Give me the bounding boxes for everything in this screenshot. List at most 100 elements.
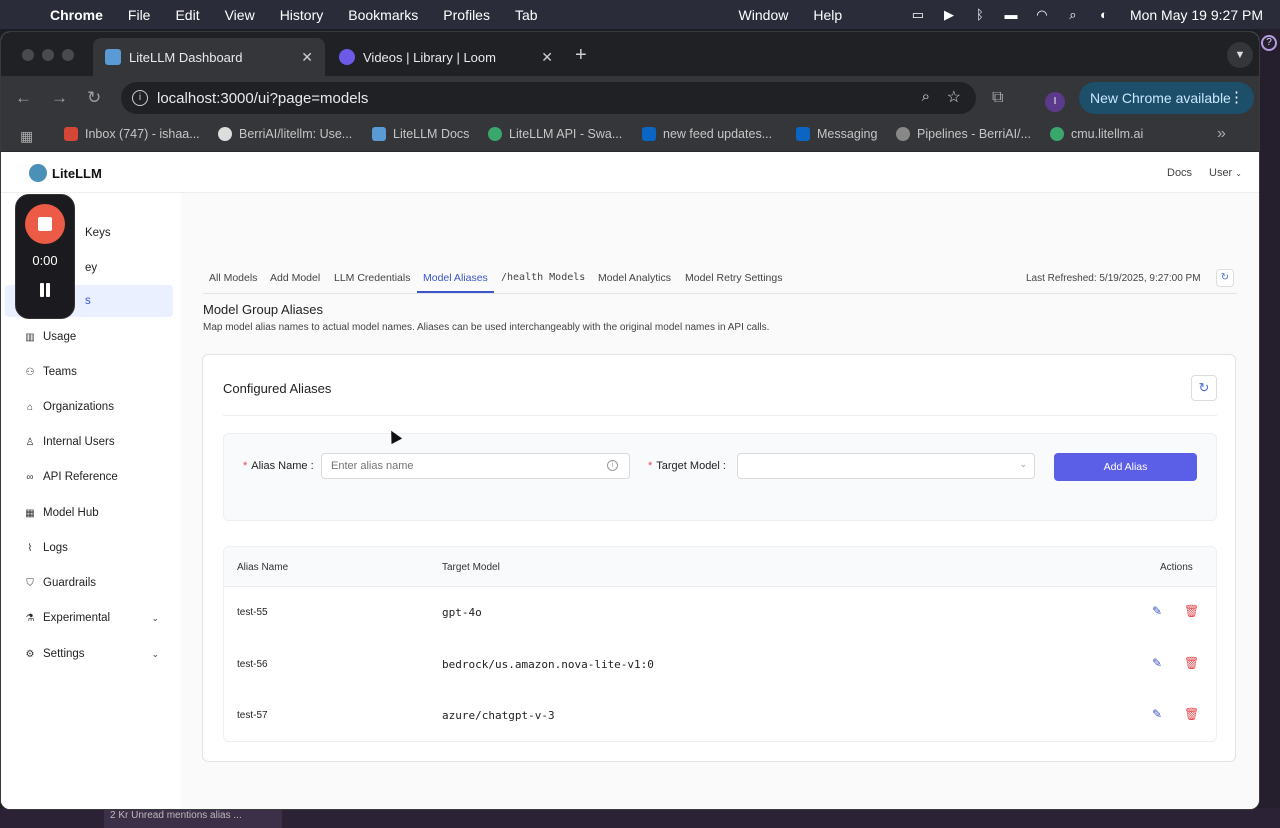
edit-icon[interactable]: ✎ xyxy=(1152,604,1162,618)
delete-trash-icon[interactable]: 🗑 xyxy=(1184,707,1199,721)
tab-all-models[interactable]: All Models xyxy=(209,265,257,293)
tab-title: Videos | Library | Loom xyxy=(363,49,496,65)
battery-icon[interactable]: ▬ xyxy=(1002,7,1020,22)
sidebar-item-api-reference[interactable]: ∞ API Reference xyxy=(5,461,173,493)
bluetooth-icon[interactable]: ᛒ xyxy=(971,7,989,22)
stop-recording-button[interactable] xyxy=(25,204,65,244)
pause-icon[interactable] xyxy=(38,283,52,297)
sidebar-item-usage[interactable]: ▥ Usage xyxy=(5,321,173,353)
sidebar-item-experimental[interactable]: ⚗ Experimental ⌄ xyxy=(5,602,173,634)
browser-toolbar: ← → ↻ i localhost:3000/ui?page=models ⌕ … xyxy=(1,76,1259,120)
menu-profiles[interactable]: Profiles xyxy=(443,7,490,23)
chevron-down-icon: ⌄ xyxy=(1235,169,1242,178)
menu-file[interactable]: File xyxy=(128,7,151,23)
close-tab-icon[interactable]: ✕ xyxy=(301,49,313,66)
target-model-cell: azure/chatgpt-v-3 xyxy=(442,709,555,722)
profile-avatar[interactable]: I xyxy=(1045,92,1065,112)
kebab-menu-icon[interactable]: ⋮ xyxy=(1229,88,1244,106)
spotlight-search-icon[interactable]: ⌕ xyxy=(1064,7,1082,22)
minimize-window-button[interactable] xyxy=(42,49,54,61)
play-icon[interactable]: ▶ xyxy=(940,7,958,22)
sidebar-item-settings[interactable]: ⚙ Settings ⌄ xyxy=(5,638,173,670)
edit-icon[interactable]: ✎ xyxy=(1152,656,1162,670)
menu-help[interactable]: Help xyxy=(813,7,842,23)
menu-history[interactable]: History xyxy=(280,7,324,23)
table-row: test-55 gpt-4o ✎ 🗑 xyxy=(224,587,1216,639)
alias-name-cell: test-57 xyxy=(237,710,268,721)
target-model-cell: gpt-4o xyxy=(442,606,482,619)
sidebar-item-internal-users[interactable]: ♙ Internal Users xyxy=(5,426,173,458)
add-alias-button[interactable]: Add Alias xyxy=(1054,453,1197,481)
wifi-icon[interactable]: ◠ xyxy=(1033,7,1051,22)
delete-trash-icon[interactable]: 🗑 xyxy=(1184,604,1199,618)
reload-icon[interactable]: ↻ xyxy=(87,88,101,108)
tab-strip: LiteLLM Dashboard ✕ Videos | Library | L… xyxy=(1,32,1259,76)
sidebar-item-logs[interactable]: ⌇ Logs xyxy=(5,532,173,564)
desktop-background-bottom: 2 Kr Unread mentions alias ... xyxy=(0,808,1280,828)
refresh-icon[interactable]: ↻ xyxy=(1216,269,1234,287)
new-tab-button[interactable]: + xyxy=(575,44,587,67)
menu-app-chrome[interactable]: Chrome xyxy=(50,7,103,23)
tab-add-model[interactable]: Add Model xyxy=(270,265,320,293)
new-chrome-available-button[interactable]: New Chrome available ⋮ xyxy=(1079,82,1254,114)
close-window-button[interactable] xyxy=(22,49,34,61)
screen-mirroring-icon[interactable]: ▭ xyxy=(909,7,927,22)
edit-icon[interactable]: ✎ xyxy=(1152,707,1162,721)
alias-name-label: * Alias Name : xyxy=(243,460,314,472)
github-icon xyxy=(218,127,232,141)
tab-health-models[interactable]: /health Models xyxy=(501,265,585,293)
tab-model-aliases[interactable]: Model Aliases xyxy=(417,265,494,293)
menu-window[interactable]: Window xyxy=(739,7,789,23)
delete-trash-icon[interactable]: 🗑 xyxy=(1184,656,1199,670)
litellm-logo[interactable]: LiteLLM xyxy=(29,164,102,182)
sidebar-item-model-hub[interactable]: ▦ Model Hub xyxy=(5,497,173,529)
menu-edit[interactable]: Edit xyxy=(175,7,199,23)
url-text[interactable]: localhost:3000/ui?page=models xyxy=(157,90,368,107)
extensions-puzzle-icon[interactable]: ⧉ xyxy=(992,89,1003,107)
bookmark-swagger[interactable]: LiteLLM API - Swa... xyxy=(488,127,622,141)
litellm-favicon xyxy=(105,49,121,65)
bookmark-star-icon[interactable]: ☆ xyxy=(947,87,961,107)
target-model-select[interactable]: ⌄ xyxy=(737,453,1035,479)
docs-link[interactable]: Docs xyxy=(1167,167,1192,179)
site-info-icon[interactable]: i xyxy=(132,90,148,106)
apps-grid-icon[interactable]: ▦ xyxy=(20,128,33,145)
tab-search-chevron-icon[interactable]: ▼ xyxy=(1227,42,1253,68)
user-menu[interactable]: User ⌄ xyxy=(1209,167,1242,179)
sidebar-item-guardrails[interactable]: ⛉ Guardrails xyxy=(5,567,173,599)
browser-tab-litellm[interactable]: LiteLLM Dashboard ✕ xyxy=(93,38,325,76)
tab-model-analytics[interactable]: Model Analytics xyxy=(598,265,671,293)
bookmark-cmu-litellm[interactable]: cmu.litellm.ai xyxy=(1050,127,1143,141)
sidebar-item-teams[interactable]: ⚇ Teams xyxy=(5,356,173,388)
target-model-cell: bedrock/us.amazon.nova-lite-v1:0 xyxy=(442,658,654,671)
tab-llm-credentials[interactable]: LLM Credentials xyxy=(334,265,410,293)
bookmarks-bar: ▦ Inbox (747) - ishaa... BerriAI/litellm… xyxy=(1,120,1259,152)
bookmark-linkedin-feed[interactable]: new feed updates... xyxy=(642,127,772,141)
browser-tab-loom[interactable]: Videos | Library | Loom ✕ xyxy=(327,38,565,76)
bookmark-litellm-docs[interactable]: LiteLLM Docs xyxy=(372,127,469,141)
forward-arrow-icon[interactable]: → xyxy=(51,88,68,108)
more-bookmarks-chevron-icon[interactable]: » xyxy=(1217,125,1226,143)
bookmark-github[interactable]: BerriAI/litellm: Use... xyxy=(218,127,352,141)
address-bar[interactable]: i localhost:3000/ui?page=models ⌕ ☆ xyxy=(121,82,976,114)
tab-model-retry-settings[interactable]: Model Retry Settings xyxy=(685,265,782,293)
maximize-window-button[interactable] xyxy=(62,49,74,61)
info-icon[interactable]: i xyxy=(607,460,618,471)
aliases-table: Alias Name Target Model Actions test-55 … xyxy=(223,546,1217,742)
zoom-icon[interactable]: ⌕ xyxy=(922,88,930,105)
bookmark-gmail[interactable]: Inbox (747) - ishaa... xyxy=(64,127,200,141)
control-center-icon[interactable]: ◐ xyxy=(1095,7,1113,22)
sidebar-item-organizations[interactable]: ⌂ Organizations xyxy=(5,391,173,423)
back-arrow-icon[interactable]: ← xyxy=(15,88,32,108)
alias-name-cell: test-56 xyxy=(237,659,268,670)
menu-tab[interactable]: Tab xyxy=(515,7,538,23)
refresh-icon[interactable]: ↻ xyxy=(1191,375,1217,401)
bookmark-linkedin-messaging[interactable]: Messaging xyxy=(796,127,877,141)
close-tab-icon[interactable]: ✕ xyxy=(541,49,553,66)
menu-view[interactable]: View xyxy=(225,7,255,23)
alias-name-input[interactable] xyxy=(321,453,630,479)
chart-icon: ▥ xyxy=(25,331,35,343)
bookmark-pipelines[interactable]: Pipelines - BerriAI/... xyxy=(896,127,1031,141)
menubar-clock[interactable]: Mon May 19 9:27 PM xyxy=(1130,7,1263,23)
menu-bookmarks[interactable]: Bookmarks xyxy=(348,7,418,23)
